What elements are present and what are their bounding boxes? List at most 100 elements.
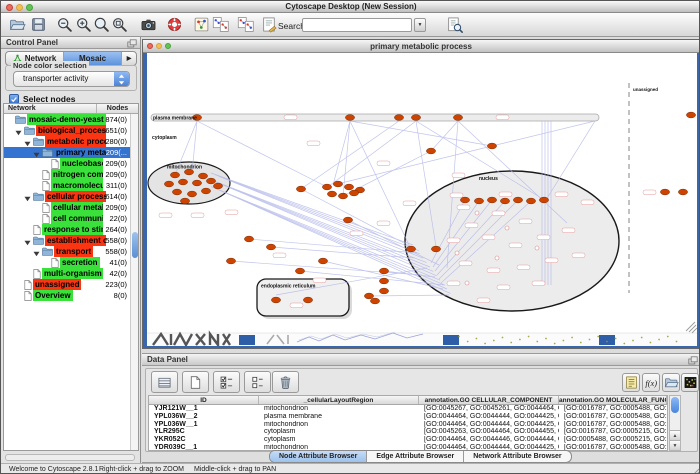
tree-row[interactable]: transport558(0) (4, 246, 138, 257)
network-node[interactable] (172, 189, 181, 195)
network-node[interactable] (513, 197, 522, 203)
table-row[interactable]: YPL036W__1mitochondrion[GO:0044464, GO:0… (149, 421, 667, 429)
tree-row[interactable]: nitrogen compou209(0) (4, 169, 138, 180)
tree-row[interactable]: biological_process651(0) (4, 125, 138, 136)
network-canvas-container[interactable]: plasma membranecytoplasmmitochondrionnuc… (147, 53, 697, 346)
delete-attribute-button[interactable] (272, 371, 299, 393)
save-button[interactable] (30, 16, 48, 34)
table-column-header[interactable]: annotation.GO MOLECULAR_FUNCTION (559, 396, 667, 404)
network-node[interactable] (178, 179, 187, 185)
network-node[interactable] (500, 198, 509, 204)
region-plasma-membrane[interactable] (151, 114, 599, 121)
function-button[interactable]: f(x) (642, 373, 660, 392)
network-node[interactable] (296, 186, 305, 192)
tree-row[interactable]: mosaic-demo-yeast874(0) (4, 114, 138, 125)
tree-row[interactable]: nucleobase-c209(0) (4, 158, 138, 169)
network-node[interactable] (180, 198, 189, 204)
open-file-button[interactable] (9, 16, 27, 34)
network-node[interactable] (460, 197, 469, 203)
network-node[interactable] (327, 191, 336, 197)
tree-row[interactable]: primary metabolic p209(... (4, 147, 138, 158)
search-dropdown-button[interactable]: ▼ (414, 18, 426, 32)
network-zoom-button[interactable] (165, 43, 171, 49)
snapshot-button[interactable] (140, 16, 158, 34)
network-node[interactable] (343, 217, 352, 223)
network-node[interactable] (426, 148, 435, 154)
tree-row[interactable]: unassigned223(0) (4, 279, 138, 290)
network-node[interactable] (318, 258, 327, 264)
table-row[interactable]: YJR121W__1mitochondrion[GO:0045267, GO:0… (149, 405, 667, 413)
tab-network-attribute-browser[interactable]: Network Attribute Browser (464, 451, 570, 462)
tree-row[interactable]: multi-organism pro42(0) (4, 268, 138, 279)
network-node[interactable] (206, 178, 215, 184)
network-node[interactable] (170, 172, 179, 178)
network-node[interactable] (271, 297, 280, 303)
attribute-table-button[interactable] (151, 371, 178, 393)
network-node[interactable] (187, 191, 196, 197)
tree-row[interactable]: macromolecule311(0) (4, 180, 138, 191)
zoom-fit-button[interactable] (93, 16, 111, 34)
network-node[interactable] (526, 198, 535, 204)
tree-horizontal-scrollbar[interactable] (5, 454, 135, 461)
select-attributes-button[interactable] (213, 371, 240, 393)
network-node[interactable] (406, 246, 415, 252)
network-node[interactable] (344, 184, 353, 190)
network-node[interactable] (379, 288, 388, 294)
network-node[interactable] (453, 115, 462, 121)
network-node[interactable] (349, 190, 358, 196)
network-node[interactable] (244, 236, 253, 242)
network-node[interactable] (345, 115, 354, 121)
network-node[interactable] (411, 115, 420, 121)
float-panel-icon[interactable] (688, 356, 698, 365)
network-node[interactable] (431, 246, 440, 252)
title-bar[interactable]: Cytoscape Desktop (New Session) (1, 1, 700, 13)
tree-column-network[interactable]: Network (4, 104, 97, 113)
network-node[interactable] (192, 180, 201, 186)
tree-vertical-scrollbar[interactable] (130, 114, 138, 450)
network-node[interactable] (379, 278, 388, 284)
network-view-button[interactable] (193, 16, 211, 34)
search-index-button[interactable] (446, 16, 464, 34)
network-node[interactable] (295, 268, 304, 274)
network-node[interactable] (322, 184, 331, 190)
tree-row[interactable]: cellular process614(0) (4, 191, 138, 202)
label-button[interactable] (622, 373, 640, 392)
window-close-button[interactable] (6, 4, 13, 11)
network-node[interactable] (338, 193, 347, 199)
unselect-attributes-button[interactable] (244, 371, 271, 393)
scroll-down-button[interactable]: ▼ (670, 440, 680, 450)
network-window-titlebar[interactable]: primary metabolic process (143, 40, 699, 53)
network-node[interactable] (164, 181, 173, 187)
tree-row[interactable]: response to stimulu264(0) (4, 224, 138, 235)
window-minimize-button[interactable] (16, 4, 23, 11)
tree-row[interactable]: establishment of lo558(0) (4, 235, 138, 246)
network-canvas[interactable]: plasma membranecytoplasmmitochondrionnuc… (147, 53, 697, 346)
tree-column-nodes[interactable]: Nodes (97, 104, 138, 113)
network-node[interactable] (394, 115, 403, 121)
help-button[interactable] (166, 16, 184, 34)
window-zoom-button[interactable] (26, 4, 33, 11)
copy-network-1-button[interactable] (212, 16, 230, 34)
table-column-header[interactable]: ID (149, 396, 259, 404)
tree-row[interactable]: metabolic process280(0) (4, 136, 138, 147)
copy-network-2-button[interactable] (237, 16, 255, 34)
tab-overflow-button[interactable]: ▶ (122, 52, 136, 65)
network-node[interactable] (198, 173, 207, 179)
table-vertical-scrollbar[interactable]: ▲ ▼ (669, 395, 681, 451)
network-node[interactable] (201, 188, 210, 194)
region-nucleus[interactable] (405, 171, 619, 311)
network-minimize-button[interactable] (156, 43, 162, 49)
tree-row[interactable]: Overview8(0) (4, 290, 138, 301)
search-input[interactable] (302, 18, 412, 32)
network-node[interactable] (379, 268, 388, 274)
zoom-out-button[interactable] (56, 16, 74, 34)
table-row[interactable]: YKR052Ccytoplasm[GO:0044464, GO:0044446,… (149, 436, 667, 444)
table-column-header[interactable]: annotation.GO CELLULAR_COMPONENT (419, 396, 559, 404)
network-node[interactable] (487, 143, 496, 149)
table-row[interactable]: YPL036W__2plasma membrane[GO:0044464, GO… (149, 413, 667, 421)
table-column-header[interactable]: _cellularLayoutRegion (259, 396, 419, 404)
network-node[interactable] (266, 244, 275, 250)
network-node[interactable] (333, 181, 342, 187)
float-panel-icon[interactable] (127, 39, 137, 48)
network-node[interactable] (303, 297, 312, 303)
